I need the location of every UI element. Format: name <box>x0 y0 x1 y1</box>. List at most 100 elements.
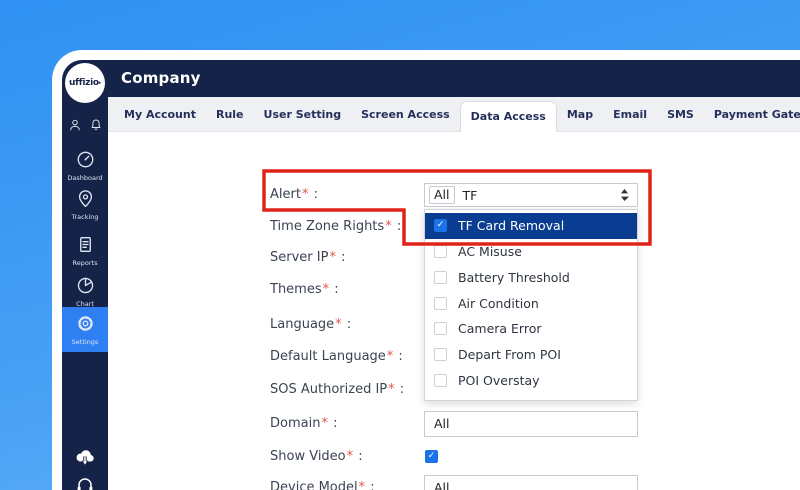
tab-user-setting[interactable]: User Setting <box>254 97 352 132</box>
main-area: Company My AccountRuleUser SettingScreen… <box>108 60 800 490</box>
option-checkbox[interactable] <box>434 271 447 284</box>
option-label: Battery Threshold <box>458 270 570 285</box>
label-colon: : <box>343 317 352 332</box>
form-content: Alert* :Time Zone Rights* :Server IP* :T… <box>108 132 800 490</box>
device-model-input[interactable]: All <box>424 475 638 490</box>
tab-screen-access[interactable]: Screen Access <box>351 97 460 132</box>
bell-icon[interactable] <box>89 117 103 136</box>
option-label: AC Misuse <box>458 244 522 259</box>
tab-my-account[interactable]: My Account <box>114 97 206 132</box>
field-label-show-video: Show Video* : <box>270 449 363 464</box>
map-pin-icon <box>76 193 95 212</box>
field-label-alert: Alert* : <box>270 187 318 202</box>
tab-map[interactable]: Map <box>557 97 603 132</box>
desktop-background: uffizio Dashboard Tracking Reports Chart Set… <box>0 0 800 490</box>
field-label-server-ip: Server IP* : <box>270 250 345 265</box>
sidebar-item-tracking[interactable]: Tracking <box>62 187 108 221</box>
label-text: SOS Authorized IP <box>270 382 387 397</box>
page-title-bar: Company <box>108 60 800 97</box>
cloud-download-icon[interactable] <box>62 446 108 472</box>
label-text: Show Video <box>270 449 346 464</box>
sidebar-item-reports[interactable]: Reports <box>62 233 108 267</box>
option-checkbox[interactable] <box>434 322 447 335</box>
field-label-themes: Themes* : <box>270 282 339 297</box>
sidebar-item-label: Dashboard <box>62 174 108 182</box>
app-window: uffizio Dashboard Tracking Reports Chart Set… <box>52 50 800 490</box>
dropdown-option-poi-overstay[interactable]: POI Overstay <box>425 367 637 393</box>
label-text: Alert <box>270 187 301 202</box>
dropdown-option-ac-misuse[interactable]: AC Misuse <box>425 239 637 265</box>
sidebar-item-dashboard[interactable]: Dashboard <box>62 148 108 182</box>
label-colon: : <box>337 250 346 265</box>
option-label: Depart From POI <box>458 347 561 362</box>
dropdown-option-camera-error[interactable]: Camera Error <box>425 316 637 342</box>
label-text: Device Model <box>270 480 358 490</box>
label-text: Themes <box>270 282 322 297</box>
page-title: Company <box>121 69 201 87</box>
label-colon: : <box>366 480 375 490</box>
label-colon: : <box>393 219 402 234</box>
option-checkbox[interactable] <box>434 297 447 310</box>
option-checkbox[interactable] <box>434 374 447 387</box>
required-asterisk: * <box>388 382 395 397</box>
field-label-language: Language* : <box>270 317 351 332</box>
label-text: Server IP <box>270 250 328 265</box>
sidebar: uffizio Dashboard Tracking Reports Chart Set… <box>62 60 108 490</box>
sidebar-item-label: Settings <box>62 338 108 346</box>
alert-dropdown-panel: TF Card Removal AC Misuse Battery Threshol… <box>424 209 638 401</box>
field-label-device-model: Device Model* : <box>270 480 375 490</box>
tab-rule[interactable]: Rule <box>206 97 254 132</box>
sidebar-item-settings[interactable]: Settings <box>62 307 108 352</box>
label-text: Domain <box>270 416 320 431</box>
gear-icon <box>76 318 95 337</box>
required-asterisk: * <box>302 187 309 202</box>
headset-icon[interactable] <box>62 474 108 490</box>
sidebar-top-icons <box>62 117 108 136</box>
label-text: Default Language <box>270 349 386 364</box>
option-checkbox[interactable] <box>434 219 447 232</box>
field-label-domain: Domain* : <box>270 416 337 431</box>
field-label-default-language: Default Language* : <box>270 349 403 364</box>
field-label-sos-authorized-ip: SOS Authorized IP* : <box>270 382 404 397</box>
option-checkbox[interactable] <box>434 245 447 258</box>
option-label: POI Overstay <box>458 373 540 388</box>
alert-multiselect[interactable]: All TF <box>424 183 638 207</box>
label-colon: : <box>394 349 403 364</box>
option-label: Camera Error <box>458 321 542 336</box>
dropdown-option-depart-from-poi[interactable]: Depart From POI <box>425 342 637 368</box>
tab-bar: My AccountRuleUser SettingScreen AccessD… <box>108 97 800 132</box>
pie-chart-icon <box>76 280 95 299</box>
label-colon: : <box>396 382 405 397</box>
label-text: Time Zone Rights <box>270 219 384 234</box>
selected-value-chip[interactable]: All <box>429 186 455 204</box>
required-asterisk: * <box>347 449 354 464</box>
dropdown-option-battery-threshold[interactable]: Battery Threshold <box>425 264 637 290</box>
user-icon[interactable] <box>68 117 82 136</box>
option-label: Air Condition <box>458 296 539 311</box>
required-asterisk: * <box>387 349 394 364</box>
logo-text: uffizio <box>69 78 101 88</box>
required-asterisk: * <box>323 282 330 297</box>
required-asterisk: * <box>359 480 366 490</box>
required-asterisk: * <box>385 219 392 234</box>
field-label-time-zone-rights: Time Zone Rights* : <box>270 219 401 234</box>
tab-payment-gateway[interactable]: Payment Gateway <box>704 97 800 132</box>
sidebar-item-chart[interactable]: Chart <box>62 274 108 308</box>
report-icon <box>76 239 95 258</box>
tab-data-access[interactable]: Data Access <box>460 101 557 132</box>
label-text: Language <box>270 317 334 332</box>
required-asterisk: * <box>335 317 342 332</box>
option-checkbox[interactable] <box>434 348 447 361</box>
dropdown-option-tf-card-removal[interactable]: TF Card Removal <box>425 213 637 239</box>
show-video-checkbox[interactable] <box>425 450 438 463</box>
required-asterisk: * <box>321 416 328 431</box>
sidebar-item-label: Reports <box>62 259 108 267</box>
tab-email[interactable]: Email <box>603 97 657 132</box>
dropdown-option-air-condition[interactable]: Air Condition <box>425 290 637 316</box>
tab-sms[interactable]: SMS <box>657 97 704 132</box>
uffizio-logo[interactable]: uffizio <box>65 63 105 103</box>
multiselect-search-text[interactable]: TF <box>463 188 621 203</box>
label-colon: : <box>329 416 338 431</box>
domain-input[interactable]: All <box>424 411 638 437</box>
required-asterisk: * <box>329 250 336 265</box>
